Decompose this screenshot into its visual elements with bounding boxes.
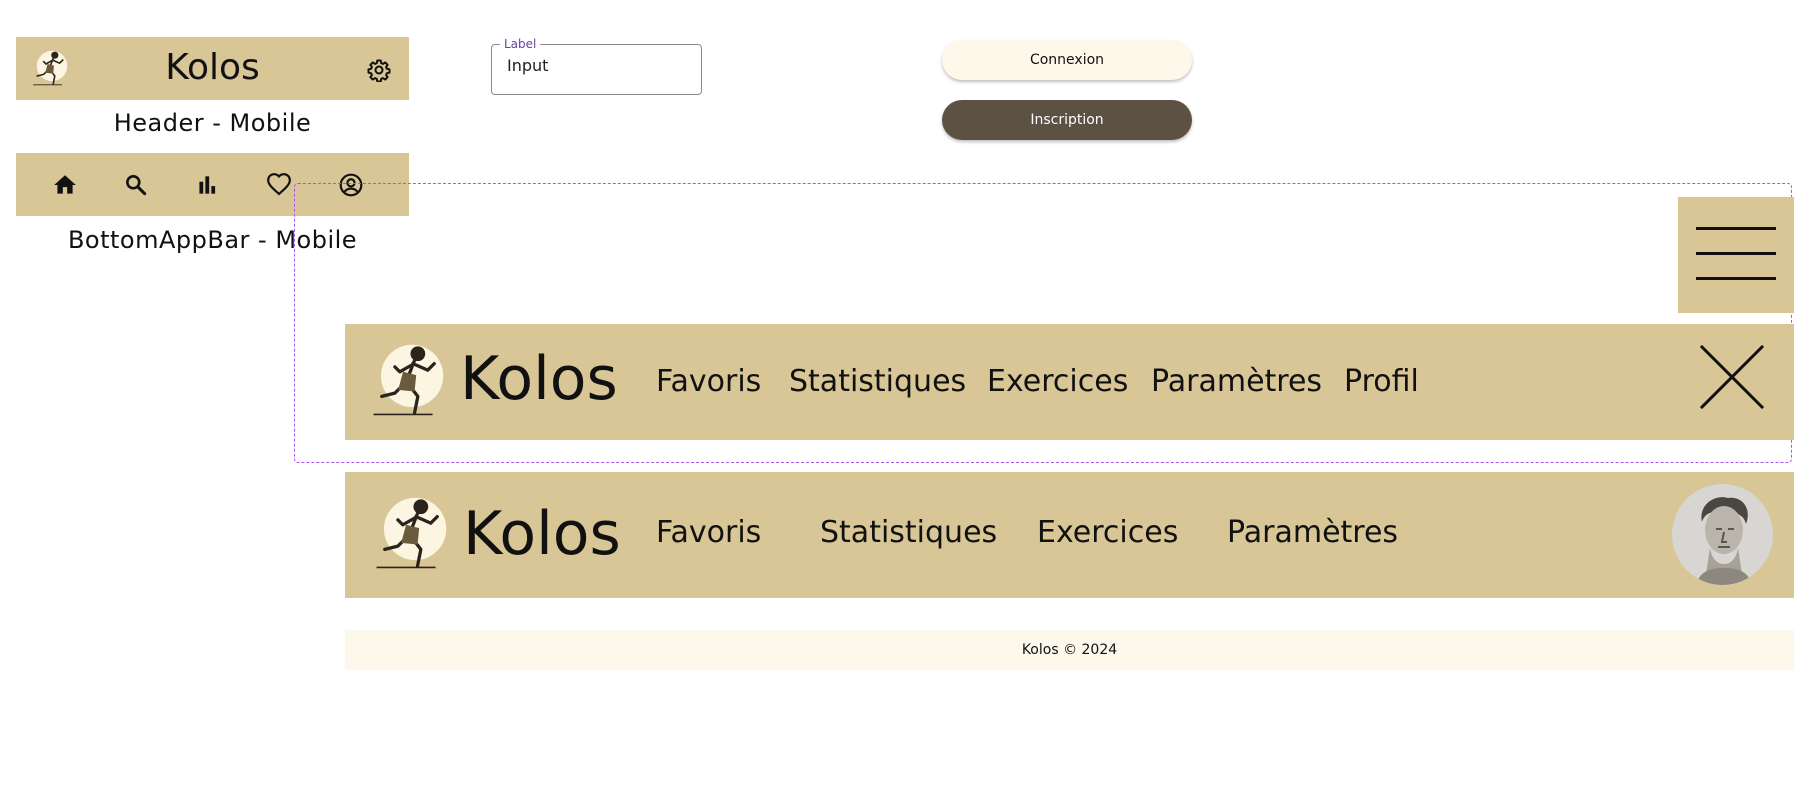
header-brand[interactable]: Kolos xyxy=(460,344,618,414)
input-label: Label xyxy=(504,37,537,51)
login-button[interactable]: Connexion xyxy=(942,40,1192,80)
nav-link-parametres[interactable]: Paramètres xyxy=(1227,515,1398,551)
menu-line xyxy=(1696,277,1776,280)
runner-logo-icon[interactable] xyxy=(370,492,452,574)
home-icon[interactable] xyxy=(52,172,78,198)
mobile-header-brand: Kolos xyxy=(165,47,260,88)
input-value[interactable]: Input xyxy=(507,56,548,75)
bar-chart-icon[interactable] xyxy=(194,172,220,198)
mobile-header: Kolos xyxy=(16,37,409,100)
profile-avatar[interactable] xyxy=(1672,484,1773,585)
statue-bust-avatar-icon xyxy=(1696,497,1752,585)
heart-icon[interactable] xyxy=(266,172,292,198)
header-brand[interactable]: Kolos xyxy=(463,499,621,569)
mobile-header-caption: Header - Mobile xyxy=(113,109,312,137)
footer: Kolos © 2024 xyxy=(345,630,1794,670)
menu-line xyxy=(1696,252,1776,255)
nav-link-favoris[interactable]: Favoris xyxy=(656,515,761,551)
nav-link-statistiques[interactable]: Statistiques xyxy=(820,515,997,551)
desktop-header-menu-open: Kolos Favoris Statistiques Exercices Par… xyxy=(345,324,1794,440)
runner-logo-icon[interactable] xyxy=(367,339,449,421)
desktop-header: Kolos Favoris Statistiques Exercices Par… xyxy=(345,472,1794,598)
close-icon[interactable] xyxy=(1700,345,1764,409)
nav-link-exercices[interactable]: Exercices xyxy=(987,364,1128,400)
search-icon[interactable] xyxy=(123,172,149,198)
signup-button[interactable]: Inscription xyxy=(942,100,1192,140)
nav-link-statistiques[interactable]: Statistiques xyxy=(789,364,966,400)
nav-link-exercices[interactable]: Exercices xyxy=(1037,515,1178,551)
nav-link-favoris[interactable]: Favoris xyxy=(656,364,761,400)
footer-text: Kolos © 2024 xyxy=(1021,642,1118,658)
text-input-field[interactable]: Label Input xyxy=(491,37,702,95)
nav-link-profil[interactable]: Profil xyxy=(1344,364,1419,400)
nav-link-parametres[interactable]: Paramètres xyxy=(1151,364,1322,400)
menu-line xyxy=(1696,227,1776,230)
hamburger-menu-button[interactable] xyxy=(1678,197,1794,313)
gear-icon[interactable] xyxy=(367,58,391,82)
